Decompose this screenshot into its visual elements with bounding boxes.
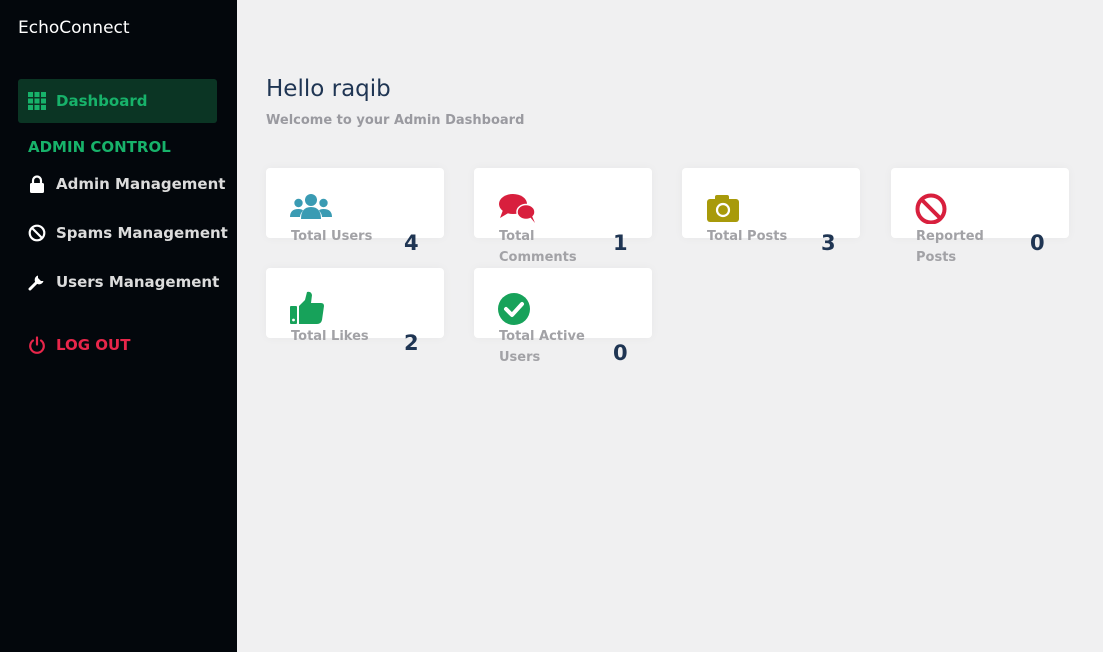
stat-label: Total Comments [499, 229, 577, 265]
stat-value: 1 [613, 231, 628, 255]
users-icon [290, 192, 332, 224]
sidebar-item-spams-management[interactable]: Spams Management [28, 221, 228, 245]
stat-value: 0 [613, 341, 628, 365]
sidebar-item-label: Dashboard [56, 92, 148, 110]
stat-value: 2 [404, 331, 419, 355]
sidebar-item-label: Spams Management [56, 224, 228, 242]
app-brand[interactable]: EchoConnect [18, 18, 130, 38]
sidebar-item-users-management[interactable]: Users Management [28, 270, 219, 294]
sidebar-item-dashboard[interactable]: Dashboard [18, 79, 217, 123]
ban-icon [915, 192, 957, 225]
stat-label: Total Likes [291, 329, 369, 344]
stat-card-reported-posts: Reported Posts 0 [891, 168, 1069, 265]
stat-value: 0 [1030, 231, 1045, 255]
page-subtitle: Welcome to your Admin Dashboard [266, 113, 525, 128]
ban-icon [28, 224, 46, 242]
wrench-icon [28, 273, 46, 291]
stat-label: Total Users [291, 229, 373, 244]
camera-icon [706, 192, 748, 224]
power-icon [28, 336, 46, 354]
sidebar-item-label: Admin Management [56, 175, 226, 193]
stat-label: Total Posts [707, 229, 788, 244]
stat-card-total-active-users: Total Active Users 0 [474, 268, 652, 365]
stat-card-total-users: Total Users 4 [266, 168, 444, 255]
stat-card-total-likes: Total Likes 2 [266, 268, 444, 355]
stat-value: 3 [821, 231, 836, 255]
comments-icon [498, 192, 540, 224]
logout-label: LOG OUT [56, 336, 131, 354]
stat-card-total-comments: Total Comments 1 [474, 168, 652, 265]
check-circle-icon [498, 292, 540, 325]
page-title: Hello raqib [266, 76, 391, 102]
thumbs-up-icon [290, 291, 332, 324]
stat-label: Total Active Users [499, 329, 585, 365]
grid-icon [28, 92, 46, 110]
sidebar-item-label: Users Management [56, 273, 220, 291]
sidebar: EchoConnect Dashboard ADMIN CONTROL Admi… [0, 0, 237, 652]
sidebar-item-admin-management[interactable]: Admin Management [28, 172, 225, 196]
stat-card-total-posts: Total Posts 3 [682, 168, 860, 255]
section-title-admin-control: ADMIN CONTROL [28, 138, 171, 156]
stat-label: Reported Posts [916, 229, 984, 265]
lock-icon [28, 175, 46, 193]
logout-button[interactable]: LOG OUT [28, 333, 130, 357]
stat-value: 4 [404, 231, 419, 255]
